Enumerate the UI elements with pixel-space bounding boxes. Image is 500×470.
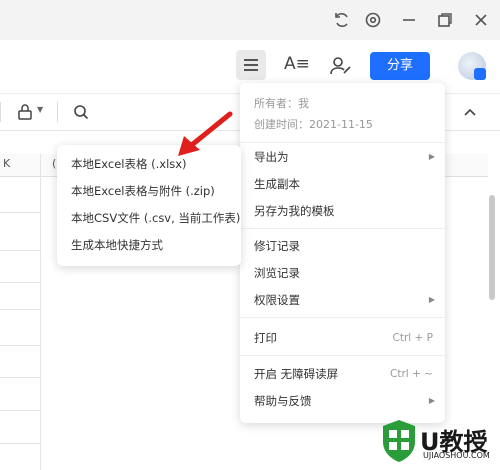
sync-icon[interactable] bbox=[330, 8, 354, 32]
menu-item-label: 生成本地快捷方式 bbox=[71, 238, 163, 252]
submenu-arrow-icon: ▶ bbox=[428, 152, 435, 161]
avatar-badge bbox=[474, 68, 486, 80]
grid-row-line bbox=[0, 345, 40, 346]
export-shortcut[interactable]: 生成本地快捷方式 bbox=[57, 232, 241, 258]
red-arrow-annotation bbox=[178, 111, 233, 156]
menu-divider bbox=[240, 142, 445, 143]
menu-item-label: 导出为 bbox=[254, 150, 289, 164]
menu-button[interactable] bbox=[236, 50, 266, 80]
main-menu: 所有者：我 创建时间：2021-11-15 导出为 ▶ 生成副本 另存为我的模板… bbox=[240, 83, 445, 423]
grid-row-line bbox=[0, 282, 40, 283]
menu-item-label: 开启 无障碍读屏 bbox=[254, 367, 339, 381]
submenu-arrow-icon: ▶ bbox=[428, 295, 435, 304]
menu-divider bbox=[240, 355, 445, 356]
restore-icon[interactable] bbox=[433, 8, 457, 32]
watermark-subtext: UJIAOSHOU.COM bbox=[423, 451, 490, 460]
menu-item-export[interactable]: 导出为 ▶ bbox=[240, 144, 445, 170]
chevron-down-icon[interactable]: ▼ bbox=[37, 105, 43, 114]
menu-item-label: 权限设置 bbox=[254, 293, 300, 307]
minimize-icon[interactable] bbox=[397, 8, 421, 32]
column-header-k[interactable]: K bbox=[3, 157, 10, 170]
grid-row-line bbox=[0, 377, 40, 378]
watermark-logo bbox=[383, 420, 415, 462]
menu-item-label: 另存为我的模板 bbox=[254, 204, 335, 218]
menu-item-label: 浏览记录 bbox=[254, 266, 300, 280]
toolbar-divider bbox=[0, 102, 1, 122]
grid-row-line bbox=[0, 443, 40, 444]
search-icon[interactable] bbox=[72, 103, 90, 121]
menu-item-label: 本地Excel表格与附件 (.zip) bbox=[71, 184, 215, 198]
menu-item-accessibility[interactable]: 开启 无障碍读屏 Ctrl + ~ bbox=[240, 361, 445, 387]
menu-divider bbox=[240, 317, 445, 318]
submenu-arrow-icon: ▶ bbox=[428, 396, 435, 405]
menu-item-save-as-template[interactable]: 另存为我的模板 bbox=[240, 198, 445, 224]
grid-row-line bbox=[0, 410, 40, 411]
created-date: 创建时间：2021-11-15 bbox=[254, 118, 373, 131]
shortcut-label: Ctrl + P bbox=[392, 332, 434, 344]
grid-row-line bbox=[0, 309, 40, 310]
lock-icon[interactable] bbox=[16, 103, 34, 121]
menu-divider bbox=[240, 228, 445, 229]
owner-info: 所有者：我 bbox=[254, 97, 309, 110]
collapse-chevron-icon[interactable] bbox=[462, 104, 478, 120]
menu-item-view-history[interactable]: 浏览记录 bbox=[240, 260, 445, 286]
collaborator-icon[interactable] bbox=[328, 53, 354, 79]
menu-item-label: 本地CSV文件 (.csv, 当前工作表) bbox=[71, 211, 241, 225]
menu-item-permissions[interactable]: 权限设置 ▶ bbox=[240, 287, 445, 313]
export-zip[interactable]: 本地Excel表格与附件 (.zip) bbox=[57, 178, 241, 204]
close-icon[interactable] bbox=[469, 8, 493, 32]
settings-icon[interactable] bbox=[361, 8, 385, 32]
menu-item-revision-history[interactable]: 修订记录 bbox=[240, 233, 445, 259]
toolbar-divider bbox=[57, 102, 58, 122]
menu-item-label: 修订记录 bbox=[254, 239, 300, 253]
menu-item-label: 生成副本 bbox=[254, 177, 300, 191]
share-button[interactable]: 分享 bbox=[370, 52, 430, 80]
export-csv[interactable]: 本地CSV文件 (.csv, 当前工作表) bbox=[57, 205, 241, 231]
title-bar bbox=[0, 0, 500, 40]
menu-item-label: 帮助与反馈 bbox=[254, 394, 312, 408]
export-submenu: 本地Excel表格 (.xlsx) 本地Excel表格与附件 (.zip) 本地… bbox=[57, 145, 241, 266]
grid-row-line bbox=[0, 212, 40, 213]
shortcut-label: Ctrl + ~ bbox=[390, 368, 433, 380]
column-header-l[interactable]: ( bbox=[52, 157, 56, 170]
grid-row-line bbox=[0, 250, 40, 251]
menu-item-make-copy[interactable]: 生成副本 bbox=[240, 171, 445, 197]
font-format-icon[interactable]: A≡ bbox=[284, 54, 310, 74]
menu-item-print[interactable]: 打印 Ctrl + P bbox=[240, 325, 445, 351]
vertical-scrollbar[interactable] bbox=[489, 195, 495, 300]
hamburger-icon bbox=[244, 59, 258, 71]
menu-item-label: 打印 bbox=[254, 331, 277, 345]
grid-column-line bbox=[40, 154, 41, 470]
menu-item-help-feedback[interactable]: 帮助与反馈 ▶ bbox=[240, 388, 445, 414]
